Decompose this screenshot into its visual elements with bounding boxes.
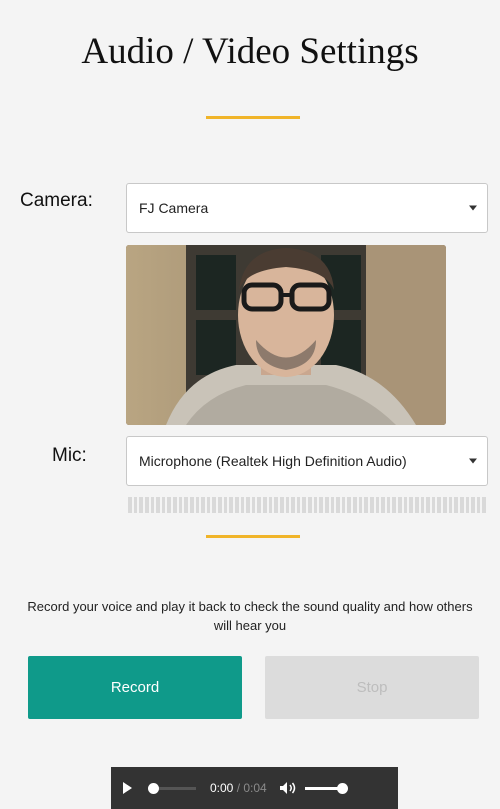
duration-time: 0:04 xyxy=(243,781,267,795)
chevron-down-icon xyxy=(469,205,477,211)
camera-select-value: FJ Camera xyxy=(139,200,209,216)
playback-time: 0:00 / 0:04 xyxy=(210,781,267,795)
mic-label: Mic: xyxy=(52,445,87,466)
record-button[interactable]: Record xyxy=(28,656,242,719)
time-separator: / xyxy=(233,781,244,795)
mic-select-value: Microphone (Realtek High Definition Audi… xyxy=(139,453,407,469)
divider-middle xyxy=(206,535,300,538)
page-title: Audio / Video Settings xyxy=(81,31,419,72)
audio-player[interactable]: 0:00 / 0:04 xyxy=(111,767,398,809)
chevron-down-icon xyxy=(469,458,477,464)
volume-slider[interactable] xyxy=(304,782,348,794)
stop-button[interactable]: Stop xyxy=(265,656,479,719)
camera-select[interactable]: FJ Camera xyxy=(126,183,488,233)
camera-preview-image xyxy=(126,245,446,425)
record-instructions: Record your voice and play it back to ch… xyxy=(27,599,473,633)
play-icon[interactable] xyxy=(123,782,132,794)
mic-select[interactable]: Microphone (Realtek High Definition Audi… xyxy=(126,436,488,486)
camera-label: Camera: xyxy=(20,190,93,211)
divider-top xyxy=(206,116,300,119)
playback-scrubber[interactable] xyxy=(148,782,196,794)
camera-preview xyxy=(126,245,446,425)
current-time: 0:00 xyxy=(210,781,234,795)
volume-icon[interactable] xyxy=(279,781,297,795)
mic-level-meter xyxy=(128,497,486,513)
